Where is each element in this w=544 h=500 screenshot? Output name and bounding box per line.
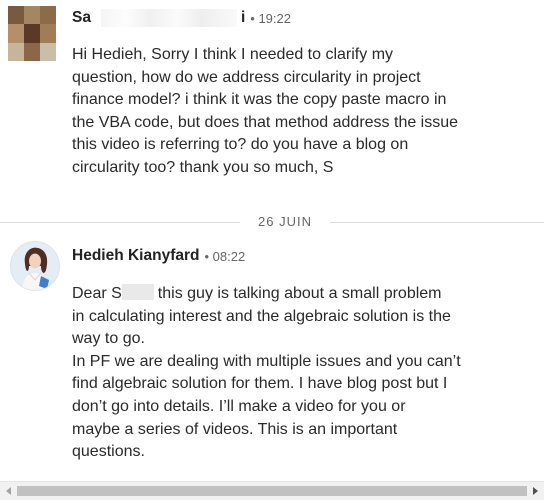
avatar-pixel-block	[40, 6, 56, 25]
avatar-pixel-block	[8, 6, 24, 25]
message-header-2: Hedieh Kianyfard • 08:22	[72, 246, 245, 266]
triangle-left-icon	[6, 487, 11, 495]
message-thread: Sa i • 19:22 Hi Hedieh, Sorry I think I …	[0, 0, 544, 480]
sender-name-suffix[interactable]: i	[241, 9, 245, 27]
message-body: Hi Hedieh, Sorry I think I needed to cla…	[72, 46, 459, 176]
date-divider: 26 JUIN	[0, 212, 544, 232]
triangle-right-icon	[533, 487, 538, 495]
redacted-name-block	[100, 9, 237, 27]
avatar-pixel-block	[8, 24, 24, 43]
avatar-pixel-block	[24, 6, 40, 25]
message-body: Dear Sthis guy is talking about a small …	[72, 283, 532, 464]
date-divider-label: 26 JUIN	[258, 214, 312, 229]
sender-name-prefix[interactable]: Sa	[72, 9, 91, 27]
message-header-1: Sa i • 19:22	[72, 8, 291, 28]
avatar-pixel-block	[24, 42, 40, 61]
horizontal-scrollbar[interactable]	[0, 481, 544, 500]
scroll-right-button[interactable]	[527, 482, 544, 500]
avatar-pixel-block	[24, 24, 40, 43]
avatar-sender-1[interactable]	[8, 6, 56, 61]
avatar-pixel-block	[40, 42, 56, 61]
scroll-left-button[interactable]	[0, 482, 17, 500]
scrollbar-thumb[interactable]	[17, 486, 527, 496]
message-timestamp: • 19:22	[250, 10, 291, 26]
message-body-rest: this guy is talking about a small proble…	[72, 285, 461, 461]
message-timestamp: • 08:22	[204, 248, 246, 264]
sender-name[interactable]: Hedieh Kianyfard	[72, 247, 199, 265]
divider-line-right	[330, 222, 544, 223]
avatar-photo-icon	[11, 242, 59, 290]
avatar-pixel-block	[40, 24, 56, 43]
redacted-name-block	[121, 284, 154, 300]
avatar-hedieh[interactable]	[10, 241, 60, 291]
divider-line-left	[0, 222, 240, 223]
message-body-start: Dear S	[72, 285, 122, 302]
avatar-pixel-block	[8, 42, 24, 61]
